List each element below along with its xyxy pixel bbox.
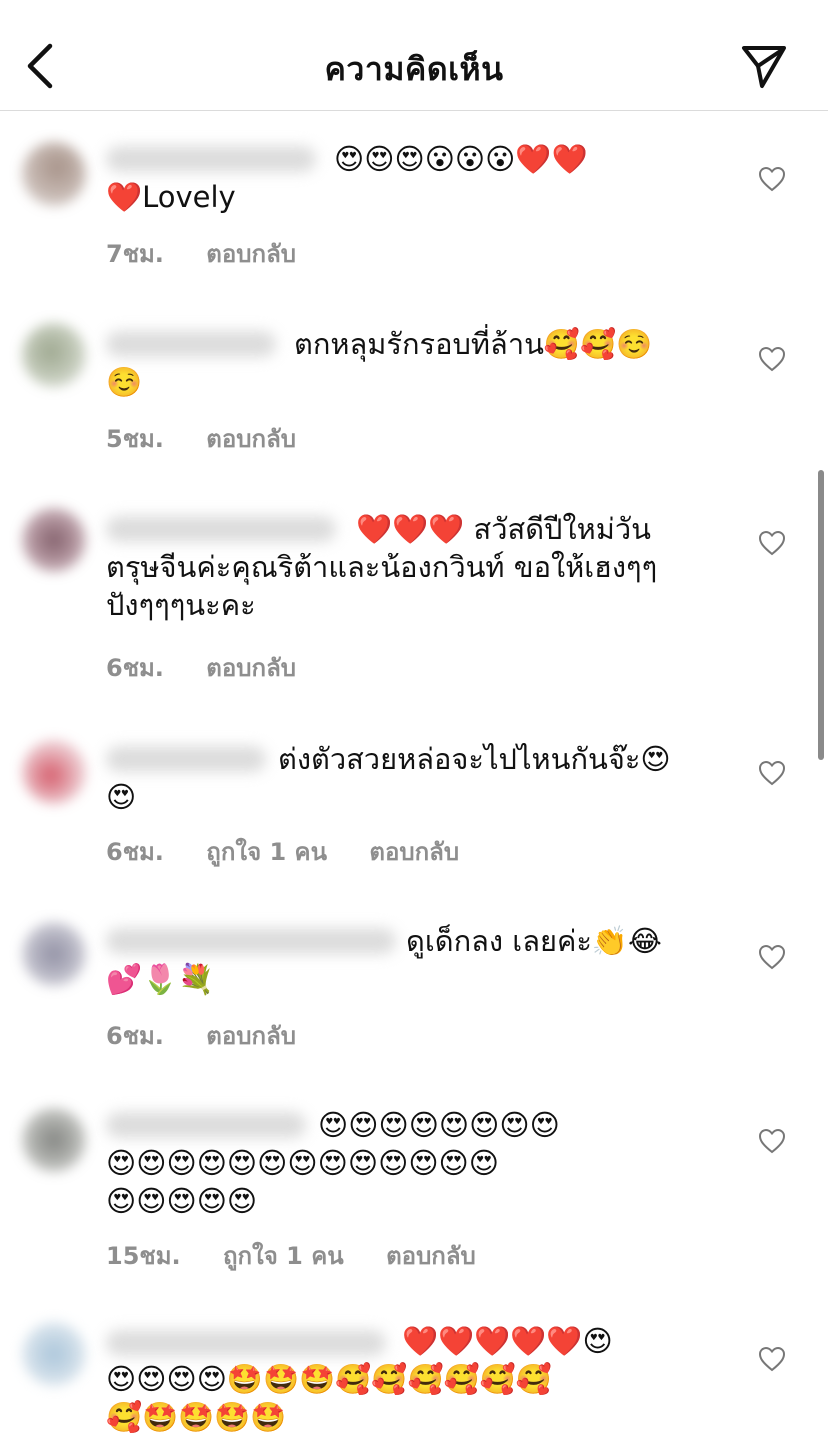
likes-count[interactable]: ถูกใจ 1 คน xyxy=(223,1242,344,1270)
heart-outline-icon[interactable] xyxy=(758,1346,786,1372)
reply-button[interactable]: ตอบกลับ xyxy=(386,1242,476,1270)
comment-meta: 7ชม. ตอบกลับ xyxy=(106,234,330,273)
comment-meta: 6ชม. ถูกใจ 1 คน ตอบกลับ xyxy=(106,832,493,871)
top-bar: ความคิดเห็น xyxy=(0,0,828,111)
comment-text: ตกหลุมรักรอบที่ล้าน🥰🥰☺️ ☺️ xyxy=(106,327,653,399)
comment-text: ต่งตัวสวยหล่อจะไปไหนกันจ๊ะ😍 😍 xyxy=(106,742,671,814)
reply-button[interactable]: ตอบกลับ xyxy=(369,838,459,866)
reply-button[interactable]: ตอบกลับ xyxy=(206,240,296,268)
comment-meta: 6ชม. ตอบกลับ xyxy=(106,1016,330,1055)
reply-button[interactable]: ตอบกลับ xyxy=(206,654,296,682)
paper-plane-icon[interactable] xyxy=(738,42,790,90)
avatar[interactable] xyxy=(22,1322,86,1386)
heart-outline-icon[interactable] xyxy=(758,166,786,192)
reply-button[interactable]: ตอบกลับ xyxy=(206,425,296,453)
heart-outline-icon[interactable] xyxy=(758,944,786,970)
avatar[interactable] xyxy=(22,323,86,387)
heart-outline-icon[interactable] xyxy=(758,530,786,556)
reply-button[interactable]: ตอบกลับ xyxy=(206,1022,296,1050)
avatar[interactable] xyxy=(22,740,86,804)
likes-count[interactable]: ถูกใจ 1 คน xyxy=(206,838,327,866)
comment-time: 15ชม. xyxy=(106,1242,181,1270)
comment-time: 7ชม. xyxy=(106,240,164,268)
comment-time: 6ชม. xyxy=(106,1022,164,1050)
comment-text: 😍😍😍😮😮😮❤️❤️ ❤️Lovely xyxy=(106,142,588,214)
comment-time: 6ชม. xyxy=(106,654,164,682)
comment-meta: 15ชม. ถูกใจ 1 คน ตอบกลับ xyxy=(106,1236,510,1275)
avatar[interactable] xyxy=(22,142,86,206)
comment-text: 😍😍😍😍😍😍😍😍 😍😍😍😍😍😍😍😍😍😍😍😍😍 😍😍😍😍😍 xyxy=(106,1108,560,1218)
heart-outline-icon[interactable] xyxy=(758,760,786,786)
heart-outline-icon[interactable] xyxy=(758,346,786,372)
comment-meta: 5ชม. ตอบกลับ xyxy=(106,419,330,458)
heart-outline-icon[interactable] xyxy=(758,1128,786,1154)
avatar[interactable] xyxy=(22,922,86,986)
comment-text: ❤️❤️❤️ สวัสดีปีใหม่วัน ตรุษจีนค่ะคุณริต้… xyxy=(106,512,658,622)
comment-time: 6ชม. xyxy=(106,838,164,866)
page-title: ความคิดเห็น xyxy=(324,50,504,88)
comment-text: ❤️❤️❤️❤️❤️😍 😍😍😍😍🤩🤩🤩🥰🥰🥰🥰🥰🥰 🥰🤩🤩🤩🤩 xyxy=(106,1324,613,1434)
comment-meta: 6ชม. ตอบกลับ xyxy=(106,648,330,687)
comment-text: ดูเด็กลง เลยค่ะ👏😂 💕🌷💐 xyxy=(106,924,662,996)
scrollbar[interactable] xyxy=(818,470,824,760)
comment-time: 5ชม. xyxy=(106,425,164,453)
avatar[interactable] xyxy=(22,1108,86,1172)
avatar[interactable] xyxy=(22,508,86,572)
